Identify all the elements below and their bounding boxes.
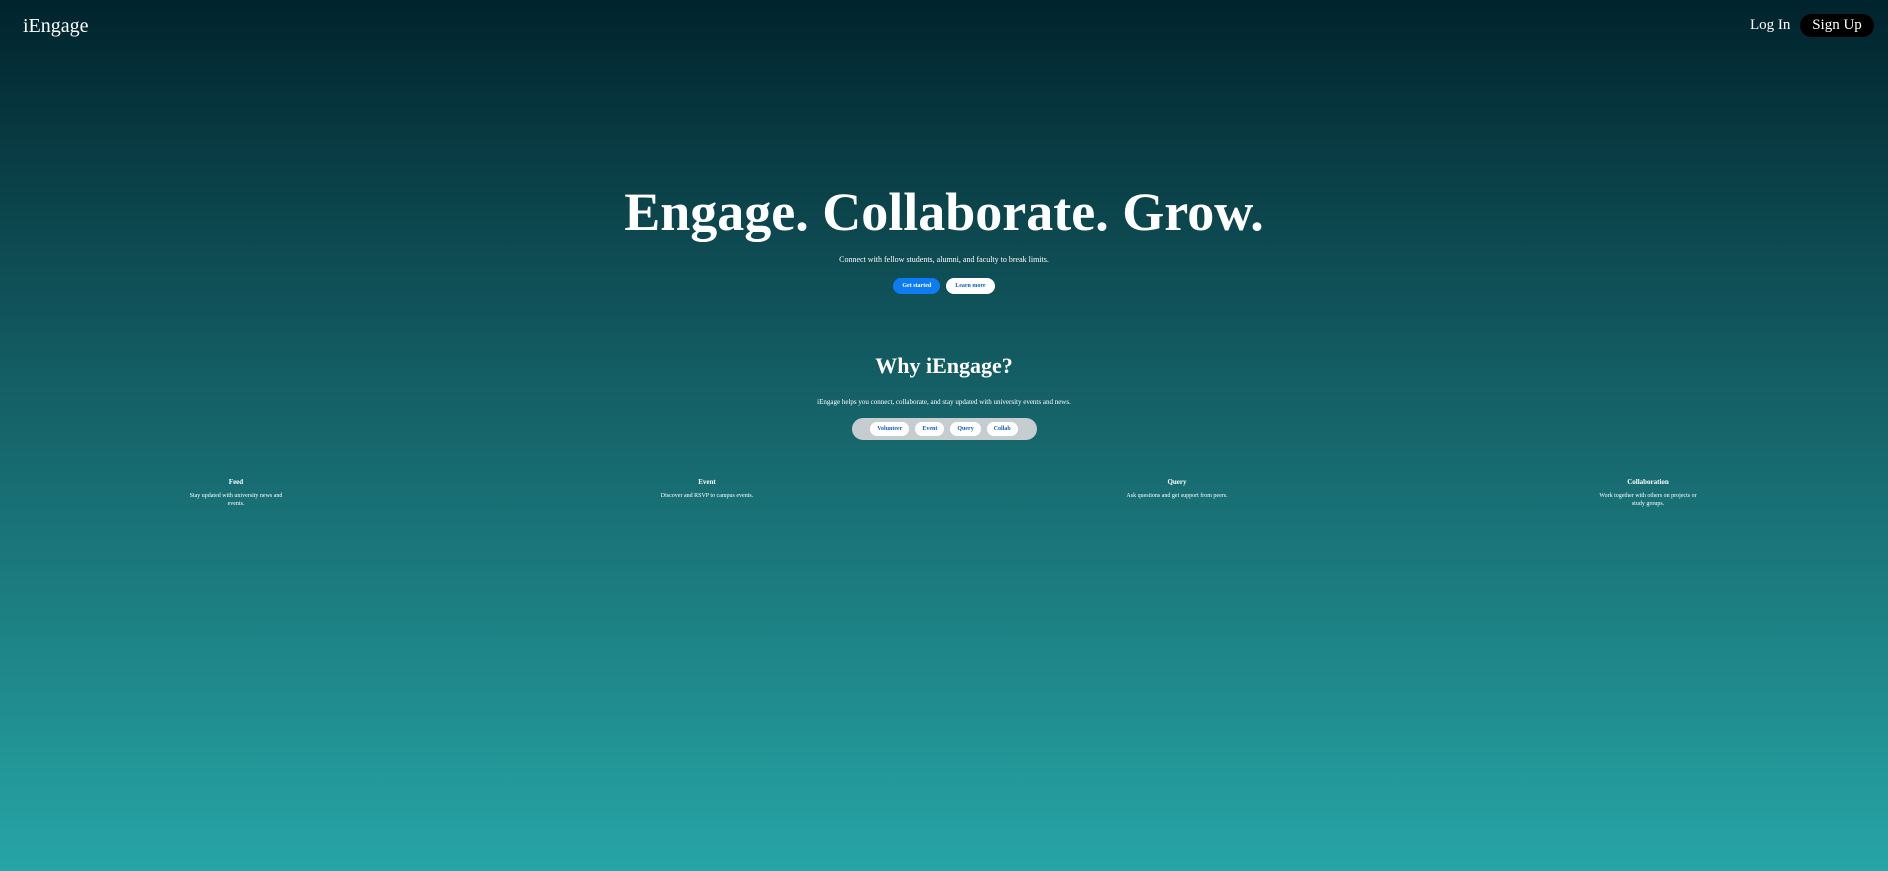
feature-event: Event Discover and RSVP to campus events… bbox=[652, 477, 762, 500]
feature-title: Query bbox=[1167, 478, 1187, 486]
feature-title: Event bbox=[698, 478, 716, 486]
features-row: Feed Stay updated with university news a… bbox=[0, 477, 1888, 517]
feature-feed: Feed Stay updated with university news a… bbox=[181, 477, 291, 508]
signup-button[interactable]: Sign Up bbox=[1800, 14, 1874, 37]
hero-cta-row: Get started Learn more bbox=[0, 278, 1888, 294]
feature-title: Collaboration bbox=[1627, 478, 1669, 486]
feature-collaboration: Collaboration Work together with others … bbox=[1593, 477, 1703, 508]
top-nav: iEngage Log In Sign Up bbox=[0, 0, 1888, 52]
feature-description: Discover and RSVP to campus events. bbox=[660, 493, 754, 499]
why-section: Why iEngage? iEngage helps you connect, … bbox=[0, 352, 1888, 440]
hero-subtitle: Connect with fellow students, alumni, an… bbox=[839, 255, 1049, 264]
why-title: Why iEngage? bbox=[875, 353, 1013, 378]
tab-volunteer[interactable]: Volunteer bbox=[870, 422, 910, 436]
feature-description: Stay updated with university news and ev… bbox=[189, 493, 283, 507]
feature-tabs: Volunteer Event Query Collab bbox=[851, 418, 1037, 440]
feature-title: Feed bbox=[228, 478, 244, 486]
brand-logo[interactable]: iEngage bbox=[23, 13, 89, 39]
tab-collab[interactable]: Collab bbox=[986, 422, 1018, 436]
tab-query[interactable]: Query bbox=[950, 422, 981, 436]
learn-more-button[interactable]: Learn more bbox=[946, 278, 995, 294]
feature-description: Work together with others on projects or… bbox=[1599, 493, 1697, 507]
hero-section: Engage. Collaborate. Grow. Connect with … bbox=[0, 178, 1888, 294]
get-started-button[interactable]: Get started bbox=[893, 278, 941, 294]
feature-query: Query Ask questions and get support from… bbox=[1122, 477, 1232, 500]
login-link[interactable]: Log In bbox=[1750, 15, 1790, 35]
feature-description: Ask questions and get support from peers… bbox=[1126, 493, 1228, 499]
tab-event[interactable]: Event bbox=[915, 422, 945, 436]
why-description: iEngage helps you connect, collaborate, … bbox=[817, 398, 1071, 406]
hero-title: Engage. Collaborate. Grow. bbox=[624, 182, 1264, 242]
